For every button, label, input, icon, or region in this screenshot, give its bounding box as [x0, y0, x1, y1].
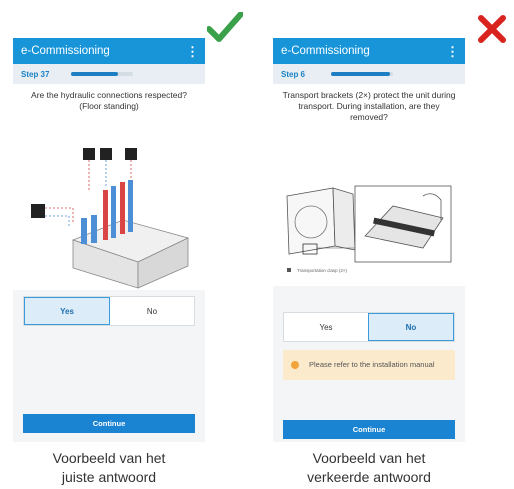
- step-progress: Step 6: [273, 64, 465, 84]
- app-bar: e-Commissioning ⋮: [13, 38, 205, 64]
- caption-line-1: Voorbeeld van het: [52, 450, 166, 466]
- progress-track: [331, 72, 393, 76]
- cross-icon: [478, 15, 506, 43]
- question-text: Transport brackets (2×) protect the unit…: [273, 84, 465, 136]
- app-bar: e-Commissioning ⋮: [273, 38, 465, 64]
- no-button[interactable]: No: [110, 297, 194, 325]
- step-label: Step 37: [21, 69, 50, 79]
- caption-line-2: juiste antwoord: [61, 469, 157, 485]
- progress-fill: [331, 72, 390, 76]
- info-banner: Please refer to the installation manual: [283, 350, 455, 380]
- no-button[interactable]: No: [368, 313, 454, 341]
- step-label: Step 6: [281, 69, 306, 79]
- progress-fill: [71, 72, 118, 76]
- phone-screen-wrong: e-Commissioning ⋮ Step 6 Transport brack…: [273, 38, 465, 442]
- illustration-caption: Transportation clasp (2×): [297, 268, 347, 273]
- app-title: e-Commissioning: [281, 45, 370, 57]
- caption-line-1: Voorbeeld van het: [312, 450, 426, 466]
- warning-icon: [291, 361, 299, 369]
- caption-wrong: Voorbeeld van het verkeerde antwoord: [273, 449, 465, 487]
- progress-track: [71, 72, 133, 76]
- caption-line-2: verkeerde antwoord: [307, 469, 431, 485]
- app-title: e-Commissioning: [21, 45, 110, 57]
- yes-button[interactable]: Yes: [284, 313, 368, 341]
- yes-button[interactable]: Yes: [24, 297, 110, 325]
- bracket-diagram: Transportation clasp (2×): [286, 185, 452, 273]
- continue-button[interactable]: Continue: [283, 420, 455, 439]
- overflow-menu-icon[interactable]: ⋮: [446, 45, 459, 58]
- continue-button[interactable]: Continue: [23, 414, 195, 433]
- answer-toggle: Yes No: [283, 312, 455, 342]
- phone-screen-correct: e-Commissioning ⋮ Step 37 Are the hydrau…: [13, 38, 205, 442]
- check-icon: [207, 12, 243, 42]
- info-text: Please refer to the installation manual: [309, 360, 435, 369]
- transport-bracket-illustration: Transportation clasp (2×): [273, 136, 465, 286]
- hydraulic-diagram: [31, 148, 190, 289]
- hydraulic-illustration: [13, 120, 205, 290]
- step-progress: Step 37: [13, 64, 205, 84]
- overflow-menu-icon[interactable]: ⋮: [186, 45, 199, 58]
- caption-correct: Voorbeeld van het juiste antwoord: [13, 449, 205, 487]
- answer-toggle: Yes No: [23, 296, 195, 326]
